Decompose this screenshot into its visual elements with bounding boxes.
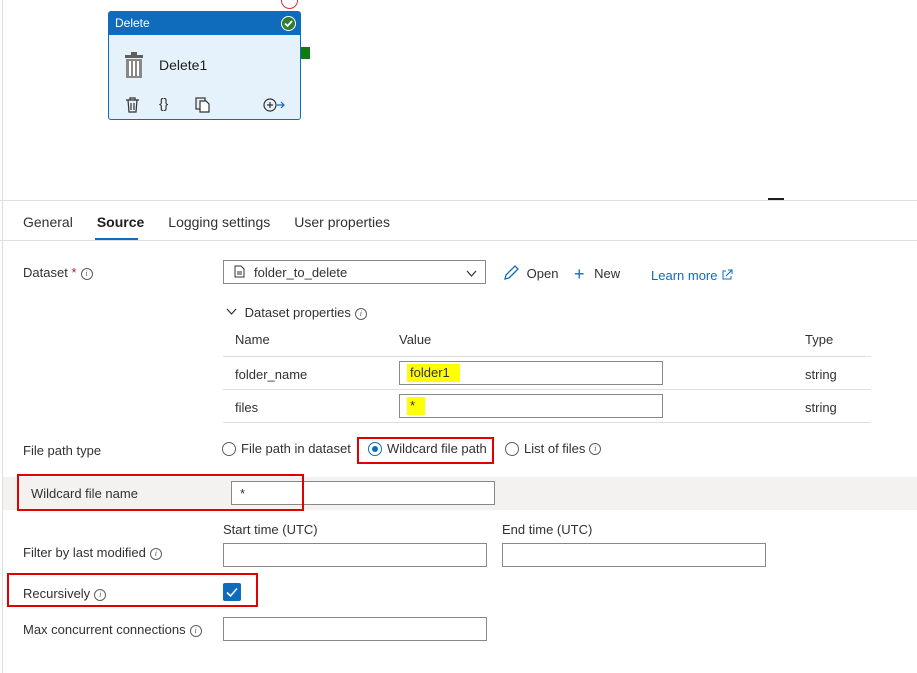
tab-source[interactable]: Source: [97, 214, 144, 238]
radio-list-of-files[interactable]: List of files i: [505, 441, 602, 456]
table-row-divider: [223, 356, 871, 357]
tab-general[interactable]: General: [23, 214, 73, 238]
node-type-label: Delete: [115, 16, 150, 30]
success-port-icon[interactable]: [301, 47, 310, 59]
start-time-input[interactable]: [223, 543, 487, 567]
table-row-divider: [223, 389, 871, 390]
table-row-divider: [223, 422, 871, 423]
param-value: folder1: [407, 364, 460, 382]
copy-icon[interactable]: [195, 97, 210, 116]
tabs-underline: [0, 240, 917, 241]
max-concurrent-connections-input[interactable]: [223, 617, 487, 641]
minimize-icon[interactable]: [768, 198, 784, 200]
chevron-down-icon: [226, 308, 237, 315]
info-icon: i: [589, 442, 602, 455]
dataset-select-value: folder_to_delete: [254, 265, 348, 280]
chevron-down-icon: [466, 266, 477, 281]
info-icon: i: [189, 625, 202, 637]
tab-logging-settings[interactable]: Logging settings: [168, 214, 270, 238]
dataset-select[interactable]: folder_to_delete: [223, 260, 486, 284]
edit-pencil-icon: [504, 265, 519, 280]
learn-more-link[interactable]: Learn more: [651, 268, 733, 283]
node-name: Delete1: [159, 57, 208, 73]
info-icon: i: [149, 548, 162, 560]
file-path-type-label: File path type: [23, 443, 102, 458]
external-link-icon: [722, 269, 733, 280]
trash-icon[interactable]: [125, 97, 140, 116]
max-concurrent-connections-label: Max concurrent connections i: [23, 622, 202, 637]
plus-icon: +: [574, 264, 585, 284]
param-type: string: [805, 400, 837, 415]
code-braces-icon[interactable]: {}: [159, 95, 168, 111]
properties-tabs: General Source Logging settings User pro…: [23, 214, 390, 238]
dataset-label: Dataset * i: [23, 265, 93, 280]
column-header-name: Name: [235, 332, 270, 347]
end-time-input[interactable]: [502, 543, 766, 567]
dataset-properties-toggle[interactable]: Dataset properties i: [226, 305, 367, 320]
column-header-type: Type: [805, 332, 834, 347]
add-output-icon[interactable]: [263, 97, 285, 116]
delete-activity-node[interactable]: Delete Delete1 {}: [108, 11, 301, 120]
param-value: *: [407, 397, 426, 415]
end-time-label: End time (UTC): [502, 522, 593, 537]
annotation-highlight-box: [7, 573, 258, 607]
param-value-input[interactable]: *: [399, 394, 663, 418]
column-header-value: Value: [399, 332, 432, 347]
delete-activity-icon: [123, 52, 145, 81]
filter-last-modified-label: Filter by last modified i: [23, 545, 162, 560]
info-icon: i: [80, 268, 93, 280]
tab-user-properties[interactable]: User properties: [294, 214, 390, 238]
dataset-icon: [234, 265, 245, 281]
new-dataset-button[interactable]: + New: [574, 264, 620, 285]
annotation-highlight-box: [357, 437, 494, 464]
param-name: files: [235, 400, 259, 415]
success-check-icon: [281, 16, 296, 31]
info-icon: i: [354, 308, 367, 320]
param-type: string: [805, 367, 837, 382]
param-name: folder_name: [235, 367, 308, 382]
annotation-highlight-box: [17, 474, 304, 511]
panel-left-border: [2, 0, 3, 673]
param-value-input[interactable]: folder1: [399, 361, 663, 385]
panel-divider: [0, 200, 917, 201]
radio-file-path-in-dataset[interactable]: File path in dataset: [222, 441, 351, 456]
open-dataset-button[interactable]: Open: [503, 264, 558, 281]
start-time-label: Start time (UTC): [223, 522, 318, 537]
node-header: Delete: [109, 12, 300, 35]
